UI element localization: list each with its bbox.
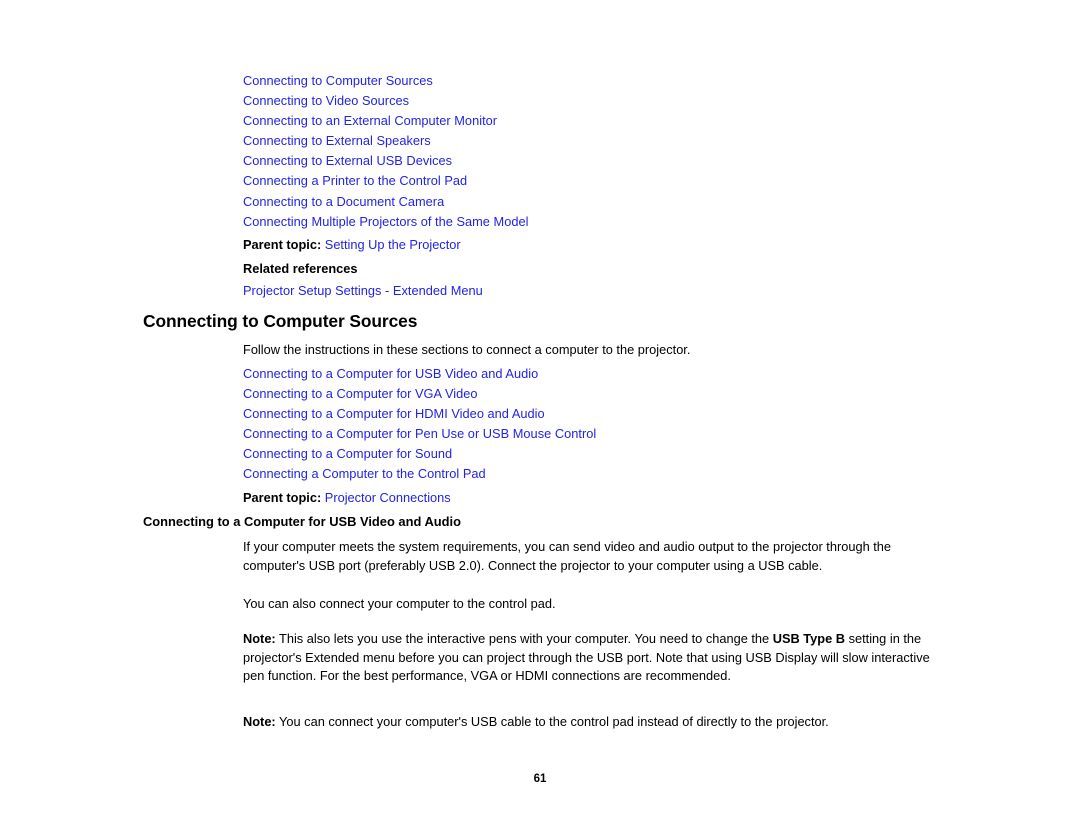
doc-link[interactable]: Connecting Multiple Projectors of the Sa… bbox=[243, 212, 943, 232]
related-references-label: Related references bbox=[243, 261, 358, 276]
note-bold-usb-type-b: USB Type B bbox=[772, 631, 846, 646]
doc-link[interactable]: Connecting to a Computer for Pen Use or … bbox=[243, 424, 943, 444]
parent-topic-label: Parent topic: bbox=[243, 490, 322, 505]
parent-topic-link[interactable]: Setting Up the Projector bbox=[325, 237, 461, 252]
top-link-list: Connecting to Computer Sources Connectin… bbox=[243, 71, 943, 232]
doc-link[interactable]: Projector Setup Settings - Extended Menu bbox=[243, 281, 943, 301]
parent-topic-link[interactable]: Projector Connections bbox=[325, 490, 451, 505]
parent-topic-top: Parent topic: Setting Up the Projector bbox=[243, 237, 461, 253]
doc-link[interactable]: Connecting to External Speakers bbox=[243, 131, 943, 151]
page-number: 61 bbox=[533, 773, 547, 785]
page-title: Connecting to Computer Sources bbox=[143, 311, 418, 331]
doc-link[interactable]: Connecting to a Computer for USB Video a… bbox=[243, 364, 943, 384]
note-text: You can connect your computer's USB cabl… bbox=[275, 714, 829, 729]
document-page: Connecting to Computer Sources Connectin… bbox=[0, 0, 1080, 834]
doc-link[interactable]: Connecting to a Computer for Sound bbox=[243, 444, 943, 464]
note-paragraph-2: Note: You can connect your computer's US… bbox=[243, 713, 933, 732]
body-paragraph-2: You can also connect your computer to th… bbox=[243, 596, 556, 611]
intro-paragraph: Follow the instructions in these section… bbox=[243, 342, 691, 357]
body-paragraph-1: If your computer meets the system requir… bbox=[243, 539, 892, 573]
note-label: Note: bbox=[243, 631, 276, 646]
section-subtitle: Connecting to a Computer for USB Video a… bbox=[143, 514, 461, 529]
parent-topic-label: Parent topic: bbox=[243, 237, 322, 252]
doc-link[interactable]: Connecting to an External Computer Monit… bbox=[243, 111, 943, 131]
parent-topic-section: Parent topic: Projector Connections bbox=[243, 490, 451, 506]
doc-link[interactable]: Connecting to Computer Sources bbox=[243, 71, 943, 91]
doc-link[interactable]: Connecting to a Document Camera bbox=[243, 192, 943, 212]
doc-link[interactable]: Connecting a Printer to the Control Pad bbox=[243, 171, 943, 191]
related-references-list: Projector Setup Settings - Extended Menu bbox=[243, 281, 943, 301]
section-link-list: Connecting to a Computer for USB Video a… bbox=[243, 364, 943, 485]
note-label: Note: bbox=[243, 714, 276, 729]
doc-link[interactable]: Connecting to a Computer for HDMI Video … bbox=[243, 404, 943, 424]
doc-link[interactable]: Connecting to External USB Devices bbox=[243, 151, 943, 171]
doc-link[interactable]: Connecting to Video Sources bbox=[243, 91, 943, 111]
note-paragraph-1: Note: This also lets you use the interac… bbox=[243, 630, 933, 686]
note-text-part-1: This also lets you use the interactive p… bbox=[275, 631, 773, 646]
doc-link[interactable]: Connecting a Computer to the Control Pad bbox=[243, 464, 943, 484]
doc-link[interactable]: Connecting to a Computer for VGA Video bbox=[243, 384, 943, 404]
